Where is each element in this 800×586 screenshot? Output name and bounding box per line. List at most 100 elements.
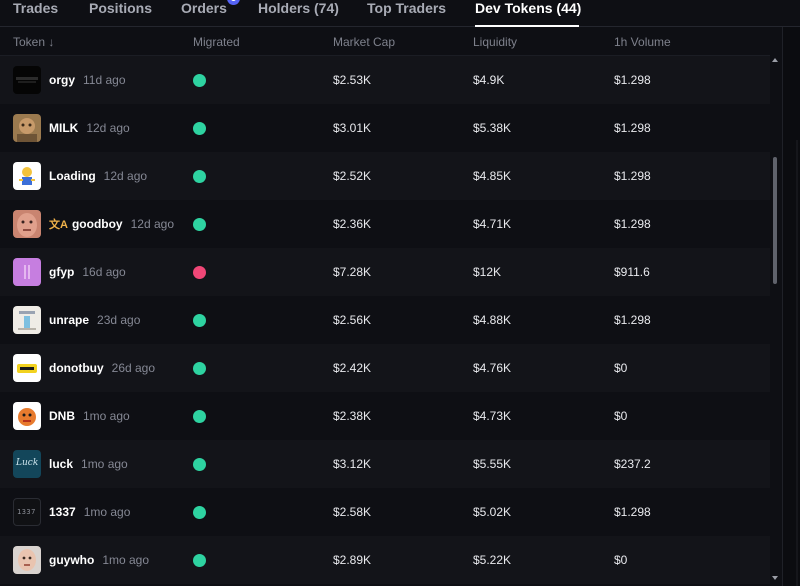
token-name[interactable]: 文A goodboy 12d ago (49, 200, 174, 249)
tab-label: Dev Tokens (44) (475, 0, 582, 16)
table-row[interactable]: donotbuy 26d ago $2.42K $4.76K $0 (0, 344, 770, 392)
token-name[interactable]: MILK 12d ago (49, 104, 130, 152)
token-symbol: guywho (49, 553, 95, 567)
liquidity-value: $4.73K (473, 409, 512, 423)
liquidity-value: $4.88K (473, 313, 512, 327)
tab-label: Top Traders (367, 0, 447, 16)
token-thumb-donotbuy (13, 354, 41, 382)
luck-thumb-text: Luck (16, 458, 39, 468)
market-cap-value: $2.89K (333, 553, 372, 567)
table-row[interactable]: orgy 11d ago $2.53K $4.9K $1.298 (0, 56, 770, 104)
tab-top-traders[interactable]: Top Traders (367, 0, 446, 27)
token-symbol: gfyp (49, 265, 75, 279)
table-row[interactable]: guywho 1mo ago $2.89K $5.22K $0 (0, 536, 770, 584)
outer-scrollbar-track[interactable] (796, 140, 798, 586)
volume-value: $911.6 (614, 265, 650, 279)
liquidity-value: $4.9K (473, 73, 505, 87)
token-symbol: orgy (49, 73, 76, 87)
market-cap-value: $2.38K (333, 409, 372, 423)
tab-trades[interactable]: Trades (13, 0, 58, 27)
token-age: 12d ago (103, 169, 148, 183)
market-cap-value: $7.28K (333, 265, 372, 279)
market-cap-value: $2.53K (333, 73, 372, 87)
header-migrated: Migrated (193, 35, 240, 49)
table-row[interactable]: MILK 12d ago $3.01K $5.38K $1.298 (0, 104, 770, 152)
token-thumb-loading (13, 162, 41, 190)
table-scrollbar-track[interactable] (770, 27, 782, 586)
tab-label: Orders (181, 0, 227, 16)
token-age: 1mo ago (83, 409, 130, 423)
translate-icon: 文A (49, 219, 68, 231)
migrated-check-icon (193, 218, 206, 231)
not-migrated-x-icon (193, 266, 206, 279)
token-symbol: luck (49, 457, 74, 471)
tab-label: Positions (89, 0, 153, 16)
table-row[interactable]: Loading 12d ago $2.52K $4.85K $1.298 (0, 152, 770, 200)
liquidity-value: $4.71K (473, 217, 512, 231)
volume-value: $0 (614, 361, 628, 375)
token-age: 12d ago (130, 217, 174, 231)
volume-value: $1.298 (614, 217, 651, 231)
table-row[interactable]: DNB 1mo ago $2.38K $4.73K $0 (0, 392, 770, 440)
token-symbol: MILK (49, 121, 79, 135)
1337-thumb-text: 1337 (17, 508, 36, 516)
token-thumb-gfyp (13, 258, 41, 286)
header-liquidity: Liquidity (473, 35, 518, 49)
token-age: 1mo ago (102, 553, 150, 567)
volume-value: $1.298 (614, 169, 651, 183)
token-age: 11d ago (83, 73, 126, 87)
token-name[interactable]: gfyp 16d ago (49, 248, 126, 296)
orders-count-badge: 3 (227, 0, 240, 5)
market-cap-value: $2.36K (333, 217, 372, 231)
token-symbol: DNB (49, 409, 75, 423)
table-row[interactable]: 文A goodboy 12d ago $2.36K $4.71K $1.298 (0, 200, 770, 248)
scroll-up-arrow-icon[interactable] (772, 58, 778, 62)
tab-orders[interactable]: Orders3 (181, 0, 240, 27)
market-cap-value: $2.52K (333, 169, 372, 183)
token-name[interactable]: unrape 23d ago (49, 296, 140, 344)
token-thumb-orgy (13, 66, 41, 94)
volume-value: $1.298 (614, 121, 651, 135)
liquidity-value: $5.22K (473, 553, 512, 567)
table-body: orgy 11d ago $2.53K $4.9K $1.298 MILK 12d … (0, 56, 770, 584)
liquidity-value: $4.76K (473, 361, 512, 375)
migrated-check-icon (193, 122, 206, 135)
volume-value: $1.298 (614, 313, 651, 327)
token-age: 16d ago (82, 265, 126, 279)
liquidity-value: $12K (473, 265, 502, 279)
tab-holders[interactable]: Holders (74) (258, 0, 339, 27)
market-cap-value: $3.01K (333, 121, 372, 135)
migrated-check-icon (193, 410, 206, 423)
token-name[interactable]: 1337 1mo ago (49, 488, 130, 536)
tab-dev-tokens[interactable]: Dev Tokens (44) (475, 0, 582, 27)
migrated-check-icon (193, 170, 206, 183)
liquidity-value: $5.02K (473, 505, 512, 519)
token-age: 26d ago (111, 361, 156, 375)
scroll-down-arrow-icon[interactable] (772, 576, 778, 580)
token-symbol: 1337 (49, 505, 76, 519)
tab-bar: Trades Positions Orders3 Holders (74) To… (0, 0, 800, 27)
table-row[interactable]: 1337 1337 1mo ago $2.58K $5.02K $1.298 (0, 488, 770, 536)
dev-tokens-app: Trades Positions Orders3 Holders (74) To… (0, 0, 800, 586)
token-name[interactable]: orgy 11d ago (49, 56, 126, 104)
token-name[interactable]: DNB 1mo ago (49, 392, 130, 440)
table-row[interactable]: Luck luck 1mo ago $3.12K $5.55K $237.2 (0, 440, 770, 488)
token-name[interactable]: luck 1mo ago (49, 440, 128, 488)
token-age: 1mo ago (81, 457, 128, 471)
token-symbol: goodboy (71, 217, 123, 231)
token-thumb-guywho (13, 546, 41, 574)
table-row[interactable]: unrape 23d ago $2.56K $4.88K $1.298 (0, 296, 770, 344)
migrated-check-icon (193, 314, 206, 327)
header-token-sort[interactable]: Token ↓ (13, 35, 54, 49)
table-scrollbar-thumb[interactable] (773, 157, 777, 284)
tab-positions[interactable]: Positions (89, 0, 152, 27)
token-name[interactable]: guywho 1mo ago (49, 536, 149, 584)
volume-value: $1.298 (614, 73, 651, 87)
liquidity-value: $5.38K (473, 121, 512, 135)
header-1h-volume: 1h Volume (614, 35, 671, 49)
token-name[interactable]: donotbuy 26d ago (49, 344, 155, 392)
token-name[interactable]: Loading 12d ago (49, 152, 147, 200)
table-row[interactable]: gfyp 16d ago $7.28K $12K $911.6 (0, 248, 770, 296)
migrated-check-icon (193, 458, 206, 471)
token-thumb-dnb (13, 402, 41, 430)
